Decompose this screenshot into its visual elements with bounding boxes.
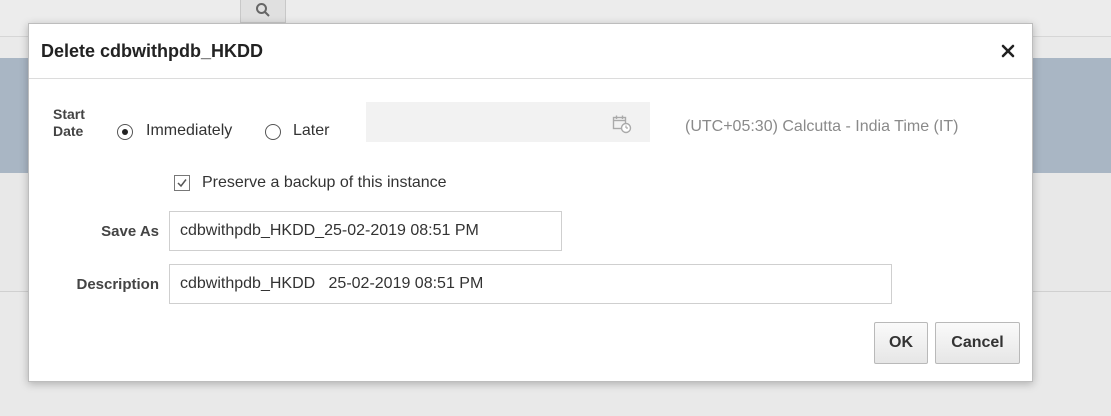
radio-immediately-label[interactable]: Immediately <box>146 122 232 140</box>
description-label: Description <box>76 276 159 293</box>
radio-later-label[interactable]: Later <box>293 122 329 140</box>
save-as-label: Save As <box>101 223 159 240</box>
start-date-input[interactable] <box>366 102 650 142</box>
dialog-header: Delete cdbwithpdb_HKDD <box>29 24 1032 79</box>
dialog-title: Delete cdbwithpdb_HKDD <box>41 41 264 61</box>
delete-instance-dialog: Delete cdbwithpdb_HKDD Start Date Immedi… <box>28 23 1033 382</box>
calendar-button[interactable] <box>612 114 632 139</box>
ok-button[interactable]: OK <box>874 322 928 364</box>
radio-later[interactable] <box>265 124 281 140</box>
cancel-button[interactable]: Cancel <box>935 322 1020 364</box>
close-icon <box>1001 44 1015 58</box>
radio-immediately[interactable] <box>117 124 133 140</box>
start-date-label-line1: Start <box>53 106 85 122</box>
save-as-input[interactable] <box>169 211 562 251</box>
checkmark-icon <box>177 179 187 188</box>
preserve-backup-label[interactable]: Preserve a backup of this instance <box>202 174 447 192</box>
timezone-label: (UTC+05:30) Calcutta - India Time (IT) <box>685 118 959 135</box>
start-date-label-line2: Date <box>53 123 84 139</box>
start-date-label: Start Date <box>53 106 113 140</box>
description-input[interactable] <box>169 264 892 304</box>
search-icon <box>256 3 270 17</box>
close-button[interactable] <box>998 41 1018 61</box>
preserve-backup-checkbox[interactable] <box>174 175 190 191</box>
calendar-icon <box>612 115 632 134</box>
background-search-button <box>240 0 286 23</box>
